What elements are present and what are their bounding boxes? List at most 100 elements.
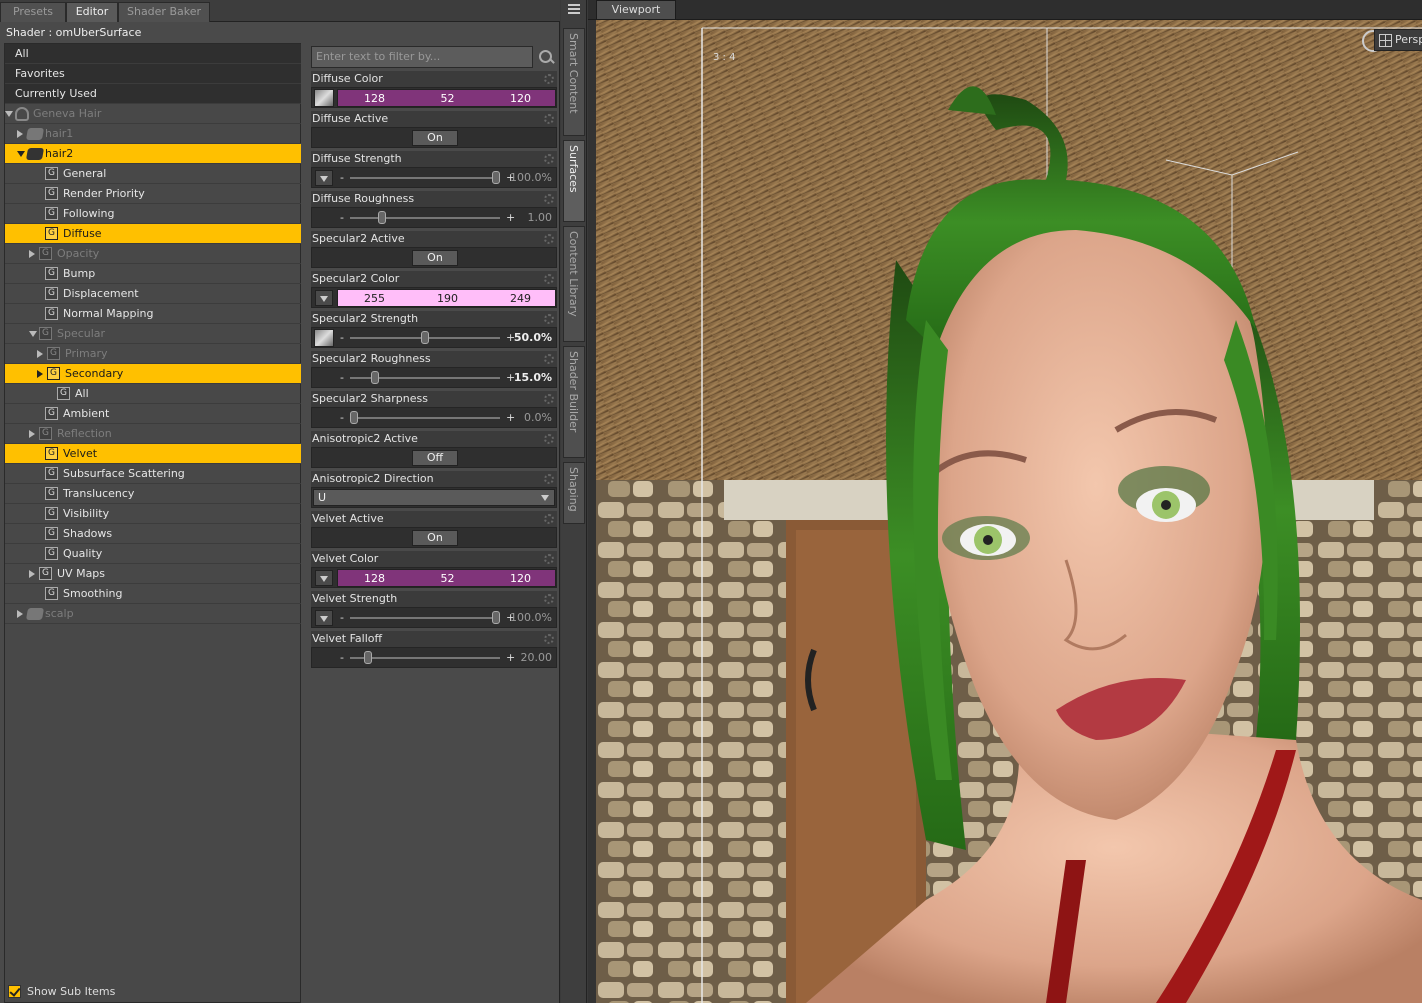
map-menu-icon[interactable] — [315, 570, 333, 586]
slider-handle[interactable] — [492, 171, 500, 184]
tree-item[interactable]: hair2 — [5, 144, 301, 164]
collapsed-arrow-icon[interactable] — [37, 350, 43, 358]
gear-icon[interactable] — [544, 314, 554, 324]
slider-handle[interactable] — [371, 371, 380, 384]
toggle-button[interactable]: On — [412, 130, 458, 146]
tree-item[interactable]: G Displacement — [5, 284, 301, 304]
slider-handle[interactable] — [350, 411, 358, 424]
tree-item[interactable]: G Visibility — [5, 504, 301, 524]
gear-icon[interactable] — [544, 474, 554, 484]
slider-value[interactable]: 100.0% — [510, 610, 552, 626]
tree-item[interactable]: G Following — [5, 204, 301, 224]
tab-viewport[interactable]: Viewport — [596, 0, 676, 20]
tab-shader-baker[interactable]: Shader Baker — [118, 2, 210, 22]
direction-dropdown[interactable]: U — [313, 489, 555, 506]
slider-track[interactable] — [350, 217, 500, 219]
tree-item[interactable]: G All — [5, 384, 301, 404]
checkbox-checked-icon[interactable] — [8, 985, 21, 998]
slider-handle[interactable] — [364, 651, 373, 664]
green-value[interactable]: 52 — [411, 570, 484, 587]
slider-track[interactable] — [350, 617, 500, 619]
tree-item[interactable]: G Primary — [5, 344, 301, 364]
tree-item[interactable]: All — [5, 44, 301, 64]
map-menu-icon[interactable] — [315, 610, 333, 626]
tree-item[interactable]: G Secondary — [5, 364, 301, 384]
tree-item[interactable]: G Velvet — [5, 444, 301, 464]
gear-icon[interactable] — [544, 154, 554, 164]
collapsed-arrow-icon[interactable] — [29, 570, 35, 578]
collapsed-arrow-icon[interactable] — [29, 250, 35, 258]
tree-item[interactable]: G Shadows — [5, 524, 301, 544]
collapsed-arrow-icon[interactable] — [29, 430, 35, 438]
slider-value[interactable]: 100.0% — [510, 170, 552, 186]
tree-item[interactable]: G Translucency — [5, 484, 301, 504]
decrement-button[interactable]: - — [340, 652, 344, 663]
collapsed-arrow-icon[interactable] — [17, 130, 23, 138]
blue-value[interactable]: 249 — [484, 290, 557, 307]
tree-item[interactable]: G General — [5, 164, 301, 184]
texture-thumbnail[interactable] — [314, 89, 334, 107]
tree-item[interactable]: Favorites — [5, 64, 301, 84]
tree-item[interactable]: Currently Used — [5, 84, 301, 104]
gear-icon[interactable] — [544, 554, 554, 564]
side-tab[interactable]: Surfaces — [563, 140, 585, 222]
filter-input[interactable]: Enter text to filter by... — [311, 46, 533, 68]
gear-icon[interactable] — [544, 394, 554, 404]
slider-handle[interactable] — [421, 331, 429, 344]
gear-icon[interactable] — [544, 514, 554, 524]
tree-item[interactable]: G Smoothing — [5, 584, 301, 604]
tab-presets[interactable]: Presets — [0, 2, 66, 22]
slider-value[interactable]: 0.0% — [524, 410, 552, 426]
gear-icon[interactable] — [544, 274, 554, 284]
tree-item[interactable]: G UV Maps — [5, 564, 301, 584]
increment-button[interactable]: + — [506, 651, 515, 664]
gear-icon[interactable] — [544, 74, 554, 84]
increment-button[interactable]: + — [506, 211, 515, 224]
map-menu-icon[interactable] — [315, 290, 333, 306]
tree-item[interactable]: G Normal Mapping — [5, 304, 301, 324]
search-icon[interactable] — [537, 46, 557, 68]
texture-thumbnail[interactable] — [314, 329, 334, 347]
red-value[interactable]: 128 — [338, 570, 411, 587]
blue-value[interactable]: 120 — [484, 90, 557, 107]
tree-item[interactable]: G Quality — [5, 544, 301, 564]
side-tab[interactable]: Content Library — [563, 226, 585, 342]
surface-tree[interactable]: All Favorites Currently Used Geneva Hair hai… — [4, 43, 301, 1003]
side-tab[interactable]: Shaping — [563, 462, 585, 524]
color-swatch[interactable]: 128 52 120 — [337, 89, 556, 107]
toggle-button[interactable]: Off — [412, 450, 458, 466]
slider-value[interactable]: 1.00 — [528, 210, 553, 226]
tree-item[interactable]: scalp — [5, 604, 301, 624]
blue-value[interactable]: 120 — [484, 570, 557, 587]
tab-editor[interactable]: Editor — [66, 2, 118, 22]
decrement-button[interactable]: - — [340, 332, 344, 343]
expanded-arrow-icon[interactable] — [17, 151, 25, 157]
slider-handle[interactable] — [378, 211, 387, 224]
decrement-button[interactable]: - — [340, 612, 344, 623]
decrement-button[interactable]: - — [340, 372, 344, 383]
tree-item[interactable]: hair1 — [5, 124, 301, 144]
gear-icon[interactable] — [544, 194, 554, 204]
perspective-camera-button[interactable]: Persp — [1374, 29, 1422, 51]
red-value[interactable]: 255 — [338, 290, 411, 307]
green-value[interactable]: 190 — [411, 290, 484, 307]
decrement-button[interactable]: - — [340, 172, 344, 183]
slider-track[interactable] — [350, 177, 500, 179]
collapsed-arrow-icon[interactable] — [17, 610, 23, 618]
pane-menu-icon[interactable] — [566, 2, 582, 16]
color-swatch[interactable]: 128 52 120 — [337, 569, 556, 587]
decrement-button[interactable]: - — [340, 212, 344, 223]
gear-icon[interactable] — [544, 634, 554, 644]
green-value[interactable]: 52 — [411, 90, 484, 107]
tree-item[interactable]: G Ambient — [5, 404, 301, 424]
side-tab[interactable]: Shader Builder — [563, 346, 585, 458]
viewport-scene[interactable]: 3 : 4 Persp — [596, 20, 1422, 1003]
color-swatch[interactable]: 255 190 249 — [337, 289, 556, 307]
tree-item[interactable]: Geneva Hair — [5, 104, 301, 124]
gear-icon[interactable] — [544, 234, 554, 244]
tree-item[interactable]: G Opacity — [5, 244, 301, 264]
tree-item[interactable]: G Diffuse — [5, 224, 301, 244]
gear-icon[interactable] — [544, 594, 554, 604]
toggle-button[interactable]: On — [412, 250, 458, 266]
toggle-button[interactable]: On — [412, 530, 458, 546]
